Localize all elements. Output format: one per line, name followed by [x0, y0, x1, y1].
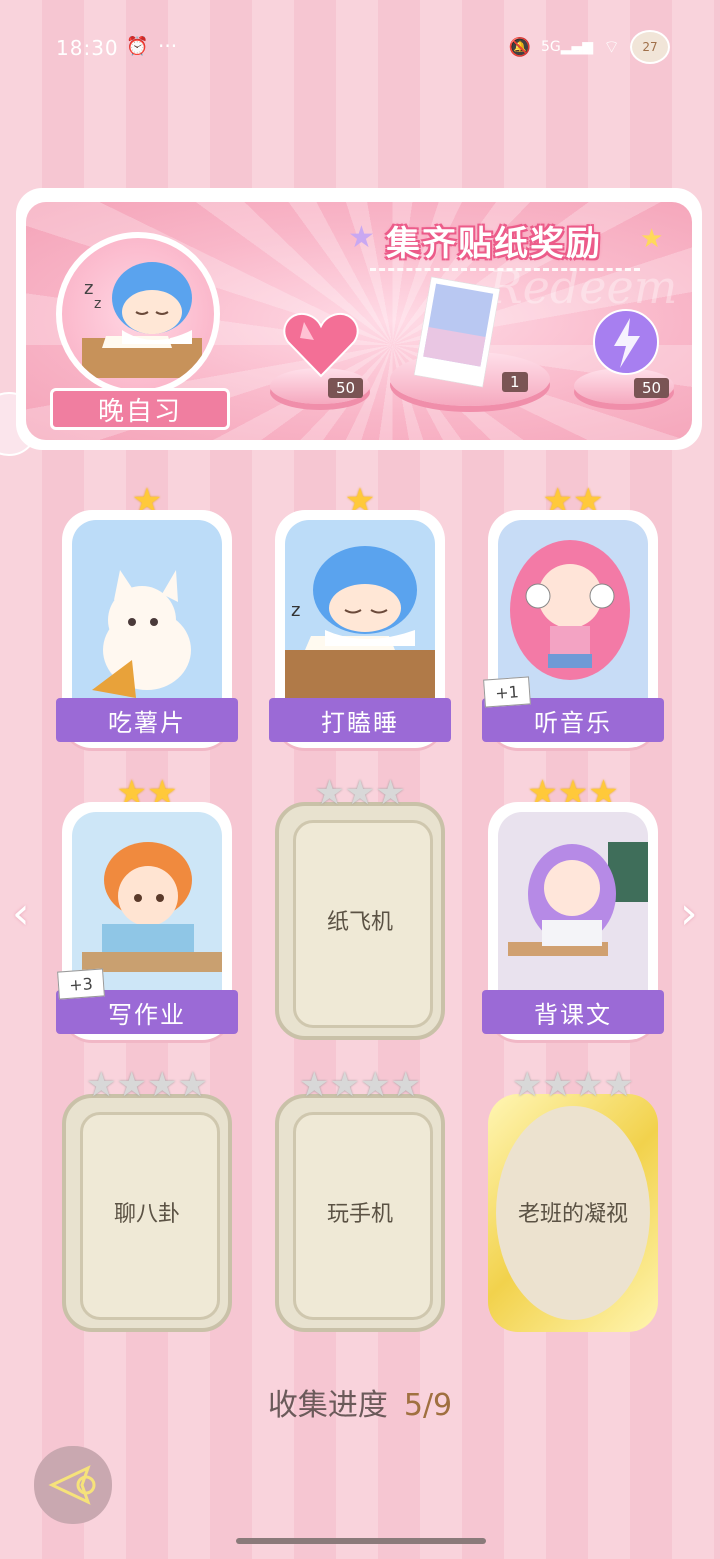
star-icon: ★ — [375, 773, 406, 813]
star-icon: ★ — [603, 1065, 634, 1105]
star-icon: ★ — [640, 224, 664, 254]
sticker-label: 纸飞机 — [326, 910, 393, 935]
star-icon: ★ — [86, 1065, 117, 1105]
sticker-card-locked[interactable]: ★ ★ ★ ★ 玩手机 — [275, 1068, 445, 1332]
star-icon: ★ — [299, 1065, 330, 1105]
signal-icon: 5G▂▄▆ — [541, 39, 594, 55]
collection-progress: 收集进度 5/9 — [0, 1380, 720, 1424]
status-time: 18:30 — [56, 36, 119, 60]
sticker-image — [498, 812, 648, 1002]
back-button[interactable] — [34, 1446, 112, 1524]
heart-gem-icon — [283, 312, 359, 378]
sticker-card-locked[interactable]: ★ ★ ★ 纸飞机 — [275, 776, 445, 1040]
prev-page-arrow[interactable]: ‹ — [12, 888, 30, 939]
reward-title: 集齐贴纸奖励 — [386, 224, 602, 264]
svg-text:z: z — [94, 296, 101, 312]
star-icon: ★ — [116, 1065, 147, 1105]
star-icon: ★ — [512, 1065, 543, 1105]
sticker-label: 背课文 — [482, 990, 664, 1034]
current-sticker-label: 晚自习 — [50, 388, 230, 430]
home-indicator[interactable] — [236, 1538, 486, 1544]
star-icon: ★ — [314, 773, 345, 813]
progress-label: 收集进度 — [267, 1388, 388, 1423]
star-icon: ★ — [348, 220, 375, 255]
sticker-label: 吃薯片 — [56, 698, 238, 742]
more-notifications-icon: ··· — [158, 34, 178, 58]
sticker-card[interactable]: ★ ★ ★ 背课文 — [482, 776, 664, 1040]
next-page-arrow[interactable]: › — [680, 888, 698, 939]
reward-count: 50 — [328, 378, 364, 398]
star-icon: ★ — [177, 1065, 208, 1105]
sticker-card[interactable]: ★ ★ 听音乐 +1 — [482, 484, 664, 748]
duplicate-count-badge: +3 — [57, 968, 105, 1000]
svg-text:z: z — [84, 278, 93, 299]
back-arrow-icon — [48, 1465, 96, 1505]
sticker-card-locked[interactable]: ★ ★ ★ ★ 聊八卦 — [62, 1068, 232, 1332]
sticker-label: 老班的凝视 — [517, 1202, 628, 1227]
star-icon: ★ — [344, 773, 376, 813]
star-icon: ★ — [329, 1065, 360, 1105]
sticker-label: 打瞌睡 — [269, 698, 451, 742]
sticker-label: 玩手机 — [326, 1202, 393, 1227]
current-sticker-avatar[interactable]: z z — [56, 232, 220, 396]
svg-text:z: z — [291, 600, 300, 621]
sticker-card[interactable]: ★ ★ 写作业 +3 — [56, 776, 238, 1040]
reward-count: 1 — [502, 372, 528, 392]
sticker-image — [72, 520, 222, 710]
duplicate-count-badge: +1 — [483, 676, 531, 708]
sticker-image: z — [285, 520, 435, 710]
mute-icon: 🔕 — [508, 36, 531, 58]
star-icon: ★ — [573, 1065, 604, 1105]
status-bar: 18:30 ⏰ ··· 🔕 5G▂▄▆ ⌔ 27 — [0, 0, 720, 90]
reward-panel: Redeem ★ 集齐贴纸奖励 ★ z z 晚自习 50 1 50 — [16, 188, 702, 450]
battery-icon: 27 — [630, 30, 670, 64]
star-icon: ★ — [360, 1065, 391, 1105]
sticker-card[interactable]: ★ 吃薯片 — [56, 484, 238, 748]
reward-count: 50 — [634, 378, 670, 398]
star-icon: ★ — [147, 1065, 178, 1105]
wifi-icon: ⌔ — [603, 36, 620, 58]
star-icon: ★ — [390, 1065, 421, 1105]
lightning-orb-icon — [593, 309, 659, 375]
progress-value: 5/9 — [403, 1388, 453, 1423]
sticker-card[interactable]: ★ z 打瞌睡 — [269, 484, 451, 748]
alarm-icon: ⏰ — [126, 36, 149, 57]
sticker-label: 聊八卦 — [113, 1202, 180, 1227]
sticker-card-locked[interactable]: ★ ★ ★ ★ 老班的凝视 — [488, 1068, 658, 1332]
star-icon: ★ — [542, 1065, 573, 1105]
